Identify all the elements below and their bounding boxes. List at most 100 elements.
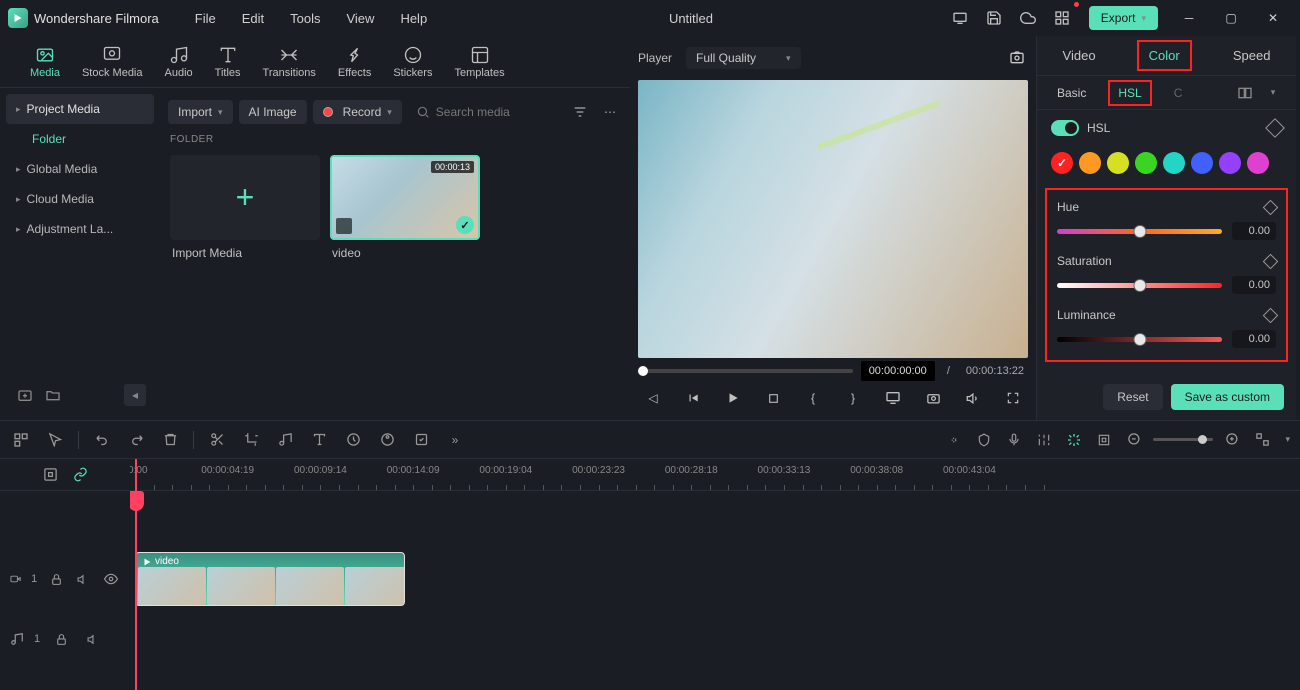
luminance-value[interactable]: 0.00 bbox=[1232, 330, 1276, 348]
device-icon[interactable] bbox=[945, 4, 975, 32]
save-icon[interactable] bbox=[979, 4, 1009, 32]
quality-select[interactable]: Full Quality▾ bbox=[686, 47, 801, 69]
sidebar-adjustment-layer[interactable]: ▸Adjustment La... bbox=[6, 214, 154, 244]
audio-track[interactable] bbox=[130, 609, 1300, 669]
color-purple[interactable] bbox=[1219, 152, 1241, 174]
zoom-slider[interactable] bbox=[1153, 438, 1213, 441]
tab-transitions[interactable]: Transitions bbox=[263, 41, 316, 83]
tab-speed[interactable]: Speed bbox=[1223, 42, 1281, 69]
color-red[interactable] bbox=[1051, 152, 1073, 174]
collapse-sidebar-icon[interactable]: ◂ bbox=[124, 384, 146, 406]
scrubber[interactable] bbox=[638, 369, 853, 373]
export-button[interactable]: Export▾ bbox=[1089, 6, 1158, 30]
cloud-icon[interactable] bbox=[1013, 4, 1043, 32]
delete-icon[interactable] bbox=[159, 429, 181, 451]
prev-frame-icon[interactable]: ◁ bbox=[642, 387, 664, 409]
color-cyan[interactable] bbox=[1163, 152, 1185, 174]
video-thumb[interactable]: 00:00:13 ✓ bbox=[330, 155, 480, 240]
snapshot-icon[interactable] bbox=[1006, 47, 1028, 69]
color-yellow[interactable] bbox=[1107, 152, 1129, 174]
filter-icon[interactable] bbox=[568, 100, 592, 124]
color-blue[interactable] bbox=[1191, 152, 1213, 174]
speed-icon[interactable] bbox=[342, 429, 364, 451]
saturation-keyframe-icon[interactable] bbox=[1263, 253, 1279, 269]
mark-in-icon[interactable]: { bbox=[802, 387, 824, 409]
hue-slider[interactable] bbox=[1057, 229, 1222, 234]
crop-icon[interactable] bbox=[240, 429, 262, 451]
record-button[interactable]: Record ▾ bbox=[313, 100, 402, 124]
sidebar-folder[interactable]: Folder bbox=[6, 124, 154, 154]
render-icon[interactable] bbox=[1093, 429, 1115, 451]
zoom-fit-icon[interactable] bbox=[1251, 429, 1273, 451]
mark-out-icon[interactable]: } bbox=[842, 387, 864, 409]
fullscreen-icon[interactable] bbox=[1002, 387, 1024, 409]
timeline-ruler[interactable]: 00:0000:00:04:1900:00:09:1400:00:14:0900… bbox=[130, 459, 1300, 491]
mask-icon[interactable] bbox=[410, 429, 432, 451]
subtab-hsl[interactable]: HSL bbox=[1108, 80, 1151, 106]
reset-button[interactable]: Reset bbox=[1103, 384, 1162, 410]
zoom-out-icon[interactable] bbox=[1123, 429, 1145, 451]
mic-icon[interactable] bbox=[1003, 429, 1025, 451]
menu-help[interactable]: Help bbox=[390, 7, 437, 30]
volume-icon[interactable] bbox=[962, 387, 984, 409]
play-icon[interactable] bbox=[722, 387, 744, 409]
menu-edit[interactable]: Edit bbox=[232, 7, 274, 30]
tab-color[interactable]: Color bbox=[1137, 40, 1192, 71]
audio-lock-icon[interactable] bbox=[50, 628, 72, 650]
step-back-icon[interactable] bbox=[682, 387, 704, 409]
zoom-in-icon[interactable] bbox=[1221, 429, 1243, 451]
close-button[interactable]: ✕ bbox=[1254, 4, 1292, 32]
display-icon[interactable] bbox=[882, 387, 904, 409]
tab-media[interactable]: Media bbox=[30, 41, 60, 83]
video-track[interactable]: video bbox=[130, 549, 1300, 609]
playhead[interactable] bbox=[135, 459, 137, 690]
menu-tools[interactable]: Tools bbox=[280, 7, 330, 30]
tool-magnet-icon[interactable] bbox=[10, 429, 32, 451]
maximize-button[interactable]: ▢ bbox=[1212, 4, 1250, 32]
luminance-keyframe-icon[interactable] bbox=[1263, 307, 1279, 323]
new-folder-icon[interactable] bbox=[14, 384, 36, 406]
more-tools-icon[interactable]: » bbox=[444, 429, 466, 451]
tab-titles[interactable]: Titles bbox=[215, 41, 241, 83]
visibility-icon[interactable] bbox=[102, 568, 120, 590]
subtab-curves[interactable]: C bbox=[1166, 82, 1191, 104]
keyframe-icon[interactable] bbox=[1265, 118, 1285, 138]
more-icon[interactable]: ⋯ bbox=[598, 100, 622, 124]
tab-stock-media[interactable]: Stock Media bbox=[82, 41, 143, 83]
tab-effects[interactable]: Effects bbox=[338, 41, 371, 83]
menu-view[interactable]: View bbox=[336, 7, 384, 30]
text-icon[interactable] bbox=[308, 429, 330, 451]
cut-icon[interactable] bbox=[206, 429, 228, 451]
sidebar-cloud-media[interactable]: ▸Cloud Media bbox=[6, 184, 154, 214]
shield-icon[interactable] bbox=[973, 429, 995, 451]
tab-video[interactable]: Video bbox=[1053, 42, 1106, 69]
folder-icon[interactable] bbox=[42, 384, 64, 406]
camera-icon[interactable] bbox=[922, 387, 944, 409]
import-media-thumb[interactable]: + bbox=[170, 155, 320, 240]
video-clip[interactable]: video bbox=[135, 552, 405, 606]
minimize-button[interactable]: ─ bbox=[1170, 4, 1208, 32]
tab-templates[interactable]: Templates bbox=[454, 41, 504, 83]
color-icon[interactable] bbox=[376, 429, 398, 451]
audio-mute-icon[interactable] bbox=[82, 628, 104, 650]
music-icon[interactable] bbox=[274, 429, 296, 451]
lock-icon[interactable] bbox=[47, 568, 65, 590]
hsl-toggle[interactable] bbox=[1051, 120, 1079, 136]
track-options-icon[interactable] bbox=[39, 464, 61, 486]
mixer-icon[interactable] bbox=[1033, 429, 1055, 451]
link-icon[interactable] bbox=[69, 464, 91, 486]
hue-value[interactable]: 0.00 bbox=[1232, 222, 1276, 240]
tab-stickers[interactable]: Stickers bbox=[393, 41, 432, 83]
color-magenta[interactable] bbox=[1247, 152, 1269, 174]
sidebar-project-media[interactable]: ▸Project Media bbox=[6, 94, 154, 124]
marker-icon[interactable] bbox=[943, 429, 965, 451]
stop-icon[interactable] bbox=[762, 387, 784, 409]
compare-icon[interactable] bbox=[1234, 82, 1256, 104]
grid-icon[interactable] bbox=[1047, 4, 1077, 32]
hue-keyframe-icon[interactable] bbox=[1263, 199, 1279, 215]
menu-file[interactable]: File bbox=[185, 7, 226, 30]
tool-select-icon[interactable] bbox=[44, 429, 66, 451]
mute-icon[interactable] bbox=[75, 568, 93, 590]
expand-icon[interactable]: ▾ bbox=[1262, 82, 1284, 104]
color-green[interactable] bbox=[1135, 152, 1157, 174]
